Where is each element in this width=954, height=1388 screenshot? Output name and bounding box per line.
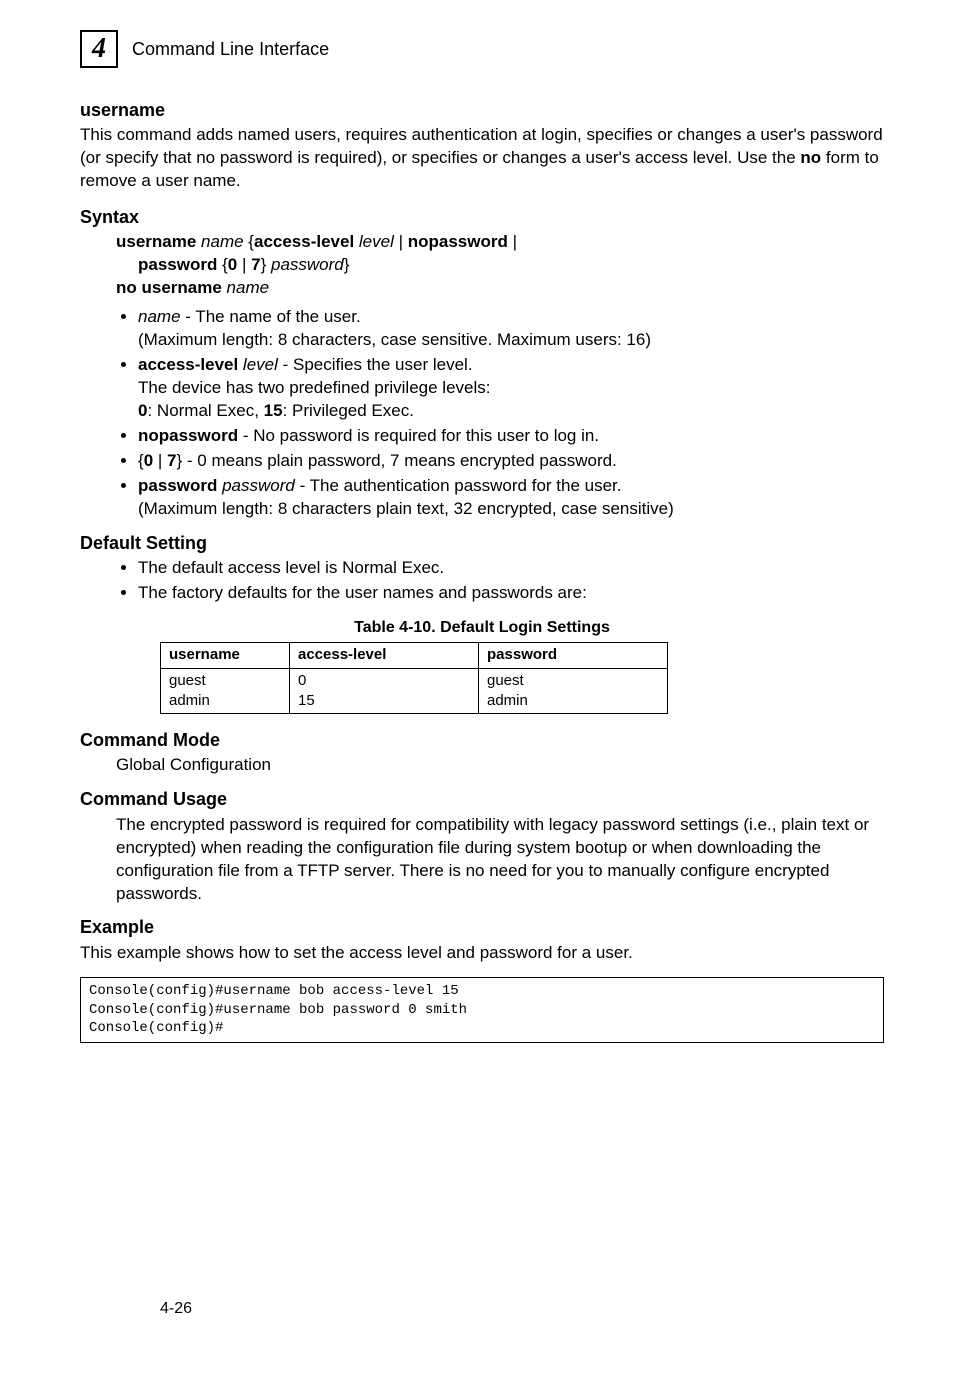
syntax-txt: { xyxy=(244,232,254,251)
cell-text: guest xyxy=(169,672,206,689)
syntax-line-2: password {0 | 7} password} xyxy=(138,254,884,277)
param-nopassword: nopassword - No password is required for… xyxy=(138,425,884,448)
syntax-arg: level xyxy=(359,232,394,251)
td: guest admin xyxy=(161,668,290,714)
param-nopass-b: nopassword xyxy=(138,426,238,445)
syntax-txt: | xyxy=(508,232,517,251)
th-password: password xyxy=(479,643,668,668)
syntax-arg: name xyxy=(227,278,270,297)
cell-text: admin xyxy=(169,692,210,709)
syntax-kw: access-level xyxy=(254,232,359,251)
th-username: username xyxy=(161,643,290,668)
syntax-txt: { xyxy=(217,255,227,274)
param-name: name - The name of the user. (Maximum le… xyxy=(138,306,884,352)
param-password: password password - The authentication p… xyxy=(138,475,884,521)
table-row: guest admin 0 15 guest admin xyxy=(161,668,668,714)
th-access-level: access-level xyxy=(290,643,479,668)
param-07-pipe: | xyxy=(153,451,167,470)
command-usage-heading: Command Usage xyxy=(80,787,884,811)
syntax-arg: name xyxy=(201,232,244,251)
command-mode-text: Global Configuration xyxy=(116,754,884,777)
intro-no-keyword: no xyxy=(800,148,821,167)
syntax-heading: Syntax xyxy=(80,205,884,229)
param-access-b: access-level xyxy=(138,355,238,374)
param-name-note: (Maximum length: 8 characters, case sens… xyxy=(138,330,651,349)
param-pw-note: (Maximum length: 8 characters plain text… xyxy=(138,499,674,518)
login-settings-table: username access-level password guest adm… xyxy=(160,642,668,714)
table-header-row: username access-level password xyxy=(161,643,668,668)
page-header: 4 Command Line Interface xyxy=(80,30,884,68)
command-intro: This command adds named users, requires … xyxy=(80,124,884,193)
command-mode-heading: Command Mode xyxy=(80,728,884,752)
example-code-block: Console(config)#username bob access-leve… xyxy=(80,977,884,1044)
param-access-em: level xyxy=(238,355,278,374)
page-number: 4-26 xyxy=(160,1298,192,1320)
chapter-number-icon: 4 xyxy=(80,30,118,68)
param-access-txt: - Specifies the user level. xyxy=(278,355,473,374)
example-intro: This example shows how to set the access… xyxy=(80,942,884,965)
syntax-line-1: username name {access-level level | nopa… xyxy=(116,231,884,254)
td: guest admin xyxy=(479,668,668,714)
param-nopass-txt: - No password is required for this user … xyxy=(238,426,599,445)
param-07-7: 7 xyxy=(167,451,176,470)
param-access-level: access-level level - Specifies the user … xyxy=(138,354,884,423)
syntax-arg: password xyxy=(271,255,344,274)
syntax-txt: | xyxy=(394,232,408,251)
syntax-kw: password xyxy=(138,255,217,274)
param-0-7: {0 | 7} - 0 means plain password, 7 mean… xyxy=(138,450,884,473)
syntax-txt: } xyxy=(344,255,350,274)
syntax-kw: 7 xyxy=(251,255,260,274)
param-access-txt2b: : Normal Exec, xyxy=(147,401,263,420)
syntax-kw: nopassword xyxy=(408,232,508,251)
param-07-0: 0 xyxy=(144,451,153,470)
command-usage-text: The encrypted password is required for c… xyxy=(116,814,884,906)
syntax-line-3: no username name xyxy=(116,277,884,300)
cell-text: guest xyxy=(487,672,524,689)
param-access-note1: The device has two predefined privilege … xyxy=(138,378,490,397)
syntax-block: username name {access-level level | nopa… xyxy=(116,231,884,300)
syntax-params-list: name - The name of the user. (Maximum le… xyxy=(116,306,884,520)
td: 0 15 xyxy=(290,668,479,714)
cell-text: admin xyxy=(487,692,528,709)
syntax-txt: | xyxy=(237,255,251,274)
default-setting-list: The default access level is Normal Exec.… xyxy=(116,557,884,605)
table-caption: Table 4-10. Default Login Settings xyxy=(80,617,884,639)
syntax-txt: } xyxy=(261,255,271,274)
header-section-title: Command Line Interface xyxy=(132,37,329,61)
param-pw-b: password xyxy=(138,476,217,495)
cell-text: 15 xyxy=(298,692,315,709)
syntax-kw: no username xyxy=(116,278,227,297)
default-b2: The factory defaults for the user names … xyxy=(138,582,884,605)
cell-text: 0 xyxy=(298,672,306,689)
param-07-b: } - 0 means plain password, 7 means encr… xyxy=(177,451,617,470)
default-setting-heading: Default Setting xyxy=(80,531,884,555)
param-access-15: 15 xyxy=(264,401,283,420)
param-name-txt: - The name of the user. xyxy=(181,307,361,326)
param-name-em: name xyxy=(138,307,181,326)
intro-text-1: This command adds named users, requires … xyxy=(80,125,883,167)
param-access-txt2d: : Privileged Exec. xyxy=(283,401,414,420)
example-heading: Example xyxy=(80,915,884,939)
command-name-heading: username xyxy=(80,98,884,122)
syntax-kw: 0 xyxy=(228,255,237,274)
syntax-kw: username xyxy=(116,232,201,251)
param-pw-em: password xyxy=(217,476,294,495)
param-pw-txt: - The authentication password for the us… xyxy=(295,476,622,495)
default-b1: The default access level is Normal Exec. xyxy=(138,557,884,580)
